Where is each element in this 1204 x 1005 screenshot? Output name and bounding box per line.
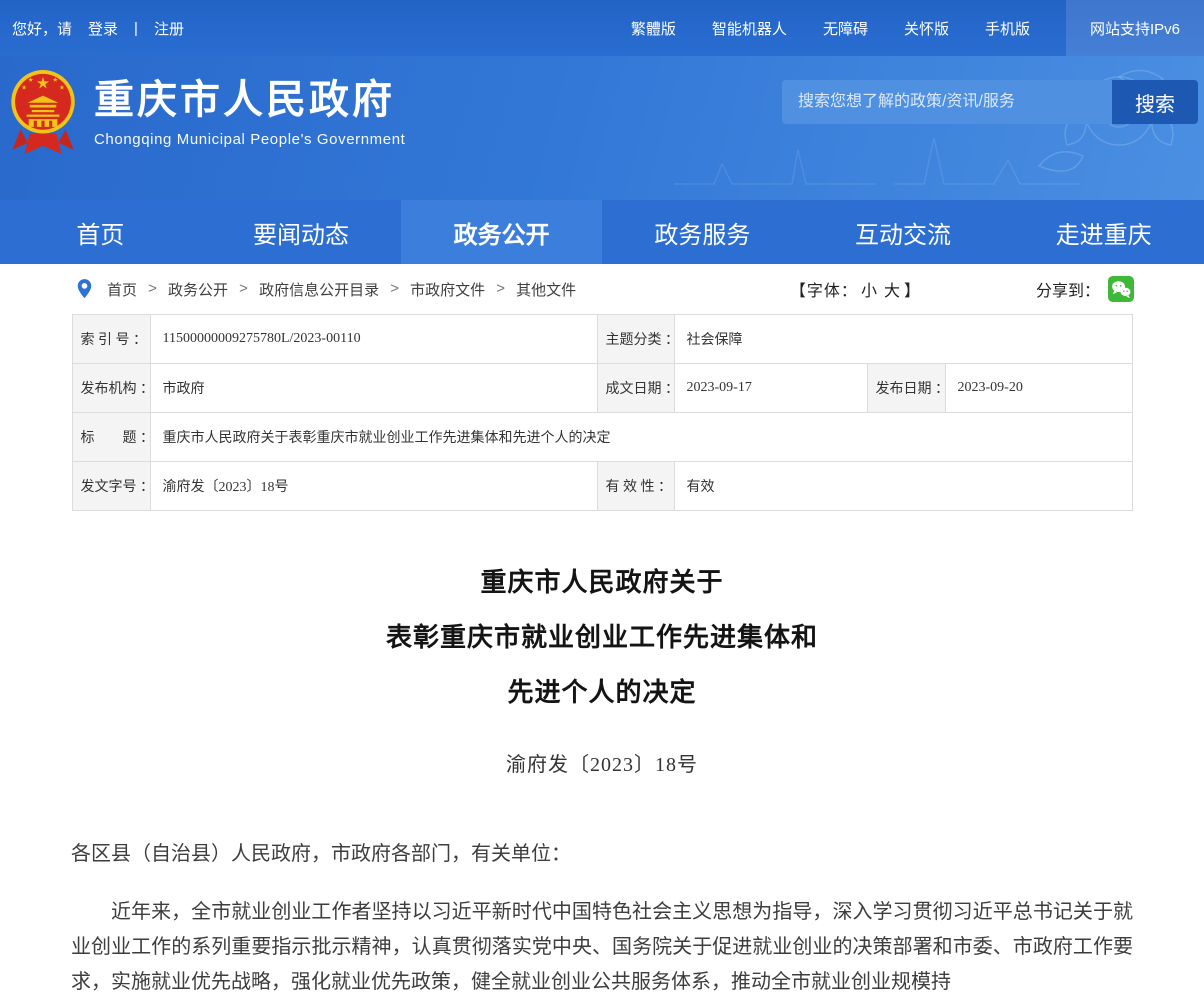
nav-item-gov-services[interactable]: 政务服务 bbox=[602, 200, 803, 264]
meta-row-issuer: 发布机构 ： 市政府 成文日期 ： 2023-09-17 发布日期 ： 2023… bbox=[72, 364, 1132, 413]
doc-title-label: 标 题 ： bbox=[72, 413, 150, 462]
meta-row-docno: 发文字号 ： 渝府发〔2023〕18号 有 效 性 ： 有效 bbox=[72, 462, 1132, 511]
register-link[interactable]: 注册 bbox=[154, 18, 184, 39]
decorative-flower-pattern bbox=[644, 56, 1204, 200]
doc-number-value: 渝府发〔2023〕18号 bbox=[150, 462, 597, 511]
nav-item-news[interactable]: 要闻动态 bbox=[201, 200, 402, 264]
breadcrumb-gov-info[interactable]: 政务公开 bbox=[168, 279, 228, 300]
document-title: 重庆市人民政府关于 表彰重庆市就业创业工作先进集体和 先进个人的决定 bbox=[71, 555, 1133, 720]
topbar-user-area: 您好，请 登录 | 注册 bbox=[12, 18, 184, 39]
accessibility-link[interactable]: 无障碍 bbox=[823, 18, 868, 39]
brand-text: 重庆市人民政府 Chongqing Municipal People's Gov… bbox=[94, 77, 405, 148]
font-smaller-button[interactable]: 小 bbox=[861, 283, 878, 300]
topbar-divider: | bbox=[134, 20, 138, 37]
breadcrumb-other-documents[interactable]: 其他文件 bbox=[516, 279, 576, 300]
site-subtitle: Chongqing Municipal People's Government bbox=[94, 131, 405, 148]
mobile-version-link[interactable]: 手机版 bbox=[985, 18, 1030, 39]
wechat-share-icon[interactable] bbox=[1108, 276, 1134, 302]
smart-robot-link[interactable]: 智能机器人 bbox=[712, 18, 787, 39]
index-number-value: 11500000009275780L/2023-00110 bbox=[150, 315, 597, 364]
issuing-agency-label: 发布机构 ： bbox=[72, 364, 150, 413]
font-larger-button[interactable]: 大 bbox=[884, 283, 901, 300]
font-size-suffix: 】 bbox=[904, 283, 921, 300]
issuing-agency-value: 市政府 bbox=[150, 364, 597, 413]
topbar-links: 繁體版 智能机器人 无障碍 关怀版 手机版 网站支持IPv6 bbox=[631, 0, 1204, 56]
login-link[interactable]: 登录 bbox=[88, 18, 118, 39]
site-header: 重庆市人民政府 Chongqing Municipal People's Gov… bbox=[0, 56, 1204, 200]
validity-label: 有 效 性 ： bbox=[597, 462, 674, 511]
site-brand: 重庆市人民政府 Chongqing Municipal People's Gov… bbox=[10, 68, 405, 156]
document-salutation: 各区县（自治县）人民政府，市政府各部门，有关单位： bbox=[71, 839, 1133, 869]
nav-item-gov-info[interactable]: 政务公开 bbox=[401, 200, 602, 264]
meta-row-index: 索 引 号 ： 11500000009275780L/2023-00110 主题… bbox=[72, 315, 1132, 364]
search-input[interactable] bbox=[782, 80, 1112, 124]
care-version-link[interactable]: 关怀版 bbox=[904, 18, 949, 39]
breadcrumb-separator: > bbox=[148, 281, 157, 298]
breadcrumb-city-documents[interactable]: 市政府文件 bbox=[410, 279, 485, 300]
share-label: 分享到： bbox=[1036, 277, 1100, 301]
search-bar: 搜索 bbox=[782, 80, 1198, 124]
page-tools: 【字体：小大】 分享到： bbox=[790, 276, 1134, 302]
greeting-text: 您好，请 bbox=[12, 18, 72, 39]
nav-item-interaction[interactable]: 互动交流 bbox=[803, 200, 1004, 264]
breadcrumb-row: 首页 > 政务公开 > 政府信息公开目录 > 市政府文件 > 其他文件 【字体：… bbox=[0, 264, 1204, 314]
document-paragraph: 近年来，全市就业创业工作者坚持以习近平新时代中国特色社会主义思想为指导，深入学习… bbox=[71, 895, 1133, 1000]
document-title-line3: 先进个人的决定 bbox=[71, 665, 1133, 720]
search-button[interactable]: 搜索 bbox=[1112, 80, 1198, 124]
document-title-line1: 重庆市人民政府关于 bbox=[71, 555, 1133, 610]
document-title-line2: 表彰重庆市就业创业工作先进集体和 bbox=[71, 610, 1133, 665]
share-group: 分享到： bbox=[1036, 276, 1134, 302]
nav-item-home[interactable]: 首页 bbox=[0, 200, 201, 264]
breadcrumb-separator: > bbox=[390, 281, 399, 298]
nav-item-about-chongqing[interactable]: 走进重庆 bbox=[1003, 200, 1204, 264]
topic-category-label: 主题分类 ： bbox=[597, 315, 674, 364]
publish-date-value: 2023-09-20 bbox=[945, 364, 1132, 413]
site-title: 重庆市人民政府 bbox=[94, 77, 405, 123]
written-date-label: 成文日期 ： bbox=[597, 364, 674, 413]
doc-title-value: 重庆市人民政府关于表彰重庆市就业创业工作先进集体和先进个人的决定 bbox=[150, 413, 1132, 462]
breadcrumb-separator: > bbox=[239, 281, 248, 298]
breadcrumb-home[interactable]: 首页 bbox=[107, 279, 137, 300]
topbar: 您好，请 登录 | 注册 繁體版 智能机器人 无障碍 关怀版 手机版 网站支持I… bbox=[0, 0, 1204, 56]
document-number: 渝府发〔2023〕18号 bbox=[71, 748, 1133, 777]
main-nav: 首页 要闻动态 政务公开 政务服务 互动交流 走进重庆 bbox=[0, 200, 1204, 264]
document-body: 重庆市人民政府关于 表彰重庆市就业创业工作先进集体和 先进个人的决定 渝府发〔2… bbox=[71, 555, 1133, 1000]
font-size-controls: 【字体：小大】 bbox=[790, 277, 921, 301]
breadcrumb-info-catalog[interactable]: 政府信息公开目录 bbox=[259, 279, 379, 300]
traditional-version-link[interactable]: 繁體版 bbox=[631, 18, 676, 39]
index-number-label: 索 引 号 ： bbox=[72, 315, 150, 364]
ipv6-support-link[interactable]: 网站支持IPv6 bbox=[1066, 0, 1204, 56]
font-size-prefix: 【字体： bbox=[790, 283, 858, 300]
topic-category-value: 社会保障 bbox=[674, 315, 1132, 364]
publish-date-label: 发布日期 ： bbox=[867, 364, 945, 413]
doc-number-label: 发文字号 ： bbox=[72, 462, 150, 511]
validity-value: 有效 bbox=[674, 462, 1132, 511]
breadcrumb-separator: > bbox=[496, 281, 505, 298]
written-date-value: 2023-09-17 bbox=[674, 364, 867, 413]
national-emblem-logo bbox=[10, 68, 76, 156]
document-meta-table: 索 引 号 ： 11500000009275780L/2023-00110 主题… bbox=[72, 314, 1133, 511]
meta-row-title: 标 题 ： 重庆市人民政府关于表彰重庆市就业创业工作先进集体和先进个人的决定 bbox=[72, 413, 1132, 462]
location-pin-icon bbox=[76, 278, 93, 300]
